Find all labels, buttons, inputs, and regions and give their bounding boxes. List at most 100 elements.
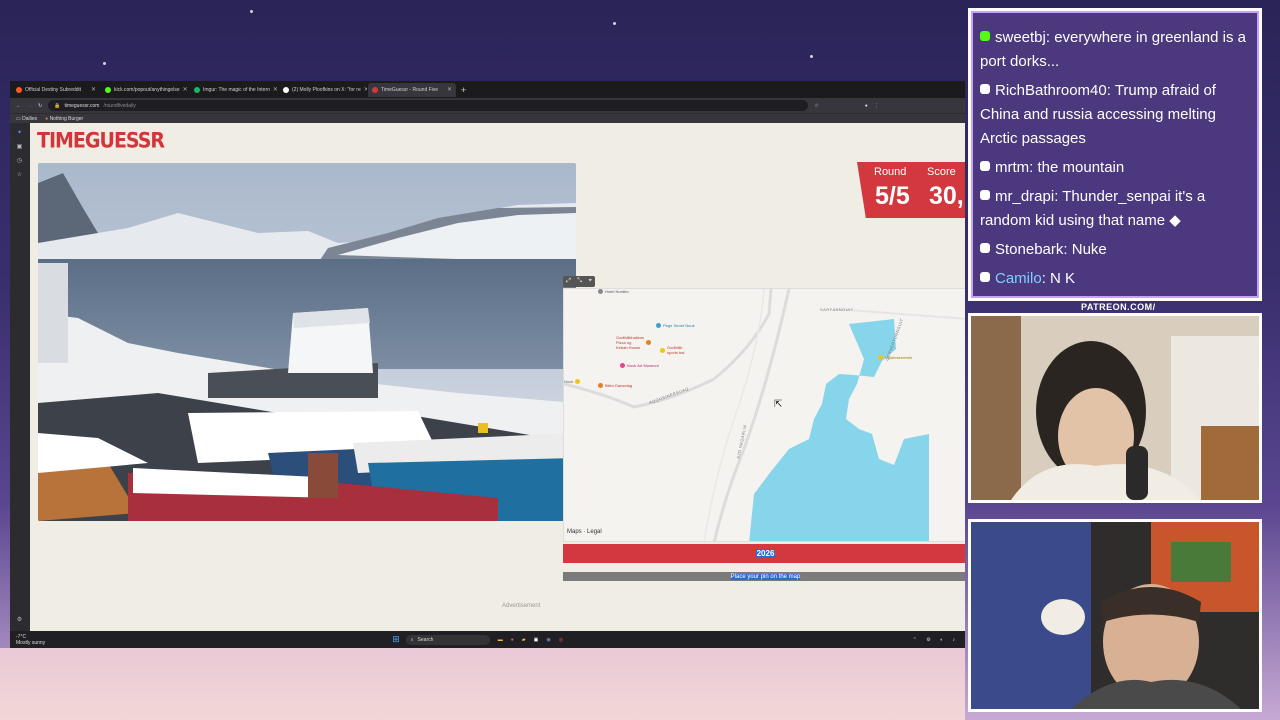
round-label: Round <box>874 166 907 178</box>
url-host: timeguessr.com <box>64 102 100 109</box>
close-tab-icon[interactable]: ✕ <box>447 86 452 93</box>
webcam-image <box>971 522 1259 709</box>
chat-message: mrtm: the mountain <box>980 156 1252 180</box>
street-label: SARFAANGUIT <box>820 307 854 312</box>
score-label: Score <box>927 166 956 178</box>
chat-username: mrtm <box>995 159 1030 176</box>
poi-label: Nuuk <box>564 379 574 384</box>
browser-tab[interactable]: Imgur: The magic of the Intern ✕ <box>190 83 278 97</box>
back-icon[interactable]: ← <box>16 103 21 109</box>
poi-label: Nuuk Art Museum <box>627 363 659 368</box>
guess-button[interactable]: Place your p in on the map <box>563 572 965 581</box>
map-poi[interactable]: Godthåb sports bal <box>660 345 684 355</box>
reload-icon[interactable]: ↻ <box>38 103 42 109</box>
bookmark-label: Dailies <box>22 115 38 122</box>
lock-icon: 🔒 <box>54 102 61 109</box>
close-tab-icon[interactable]: ✕ <box>91 86 96 93</box>
webcam-streamer <box>968 313 1262 503</box>
bookmark-dailies[interactable]: ▭ Dailies <box>16 116 37 122</box>
emote-icon: ◆ <box>1169 212 1181 229</box>
round-score-panel: Round Score 5/5 30, <box>857 162 965 218</box>
browser-tab-active[interactable]: TimeGuessr - Round Five ✕ <box>368 82 456 97</box>
guess-button-label: in on the map <box>764 573 801 580</box>
sidebar-home-icon[interactable]: ✦ <box>16 130 23 137</box>
bookmark-star-icon[interactable]: ☆ <box>814 103 818 109</box>
sidebar-settings-icon[interactable]: ⚙ <box>16 617 23 624</box>
app-icon[interactable]: ▣ <box>534 637 539 643</box>
tab-bar: Official Destiny Subreddit ✕ kick.com/pop… <box>10 81 965 98</box>
map-poi[interactable]: Holdersenetrek <box>878 355 912 360</box>
poi-label: Godthåb sports bal <box>667 345 685 355</box>
chat-username: mr_drapi <box>995 188 1055 205</box>
file-explorer-icon[interactable]: ▬ <box>498 637 503 643</box>
map-pin-icon[interactable]: ⌖ <box>588 278 591 285</box>
system-tray-icons[interactable]: ⌃ ⚙ ◐ ♪ <box>913 637 959 643</box>
background-clouds <box>0 648 965 720</box>
map-poi[interactable]: Godthåbhallens Pizza og Kebab House <box>616 335 652 350</box>
tab-label: Official Destiny Subreddit <box>25 86 82 93</box>
map-controls: ⤢ ⤡ ⌖ <box>563 276 595 287</box>
bookmark-nothing-burger[interactable]: ● Nothing Burger <box>45 116 83 122</box>
browser-tab[interactable]: (2) Molly Ploofkins on X: "for re ✕ <box>279 83 367 97</box>
stream-chat: sweetbj: everywhere in greenland is a po… <box>968 8 1262 301</box>
folder-icon[interactable]: ▰ <box>522 637 526 643</box>
close-tab-icon[interactable]: ✕ <box>364 86 367 93</box>
chat-badge-icon <box>980 190 990 200</box>
bookmark-label: Nothing Burger <box>49 115 84 122</box>
extensions-icon[interactable]: ● <box>865 103 868 109</box>
tab-favicon-icon <box>16 86 22 93</box>
close-tab-icon[interactable]: ✕ <box>183 86 188 93</box>
obs-icon[interactable]: ◎ <box>559 637 563 643</box>
browser-window: Official Destiny Subreddit ✕ kick.com/pop… <box>10 81 965 648</box>
year-slider[interactable]: 2026 <box>563 544 965 563</box>
menu-icon[interactable]: ⋮ <box>874 103 879 109</box>
background-star <box>613 22 616 25</box>
poi-label: Bitim Dansetag <box>605 383 633 388</box>
tab-favicon-icon <box>194 86 200 93</box>
map-base <box>564 289 965 541</box>
chat-username: Camilo <box>995 270 1042 287</box>
chat-badge-icon <box>980 161 990 171</box>
browser-tab[interactable]: kick.com/popout/anythingelse ✕ <box>101 83 189 97</box>
windows-taskbar: -7°C Mostly sunny ⊞ ⌕ Search ▬ ● ▰ ▣ ◉ ◎ … <box>10 631 965 648</box>
browser-icon[interactable]: ● <box>511 637 514 643</box>
kick-badge-icon <box>980 31 990 41</box>
map-poi[interactable]: Bitim Dansetag <box>598 383 632 388</box>
guess-button-label-selected: Place your p <box>730 573 764 580</box>
new-tab-icon[interactable]: + <box>461 85 466 95</box>
year-value: 2026 <box>755 549 776 558</box>
guess-map[interactable]: Hotel Nordbo Pege Smart Nuuk Godthåbhall… <box>563 288 965 542</box>
map-poi[interactable]: Nuuk <box>564 379 581 384</box>
map-poi[interactable]: Hotel Nordbo <box>598 289 629 294</box>
map-poi[interactable]: Pege Smart Nuuk <box>656 323 695 328</box>
background-star <box>250 10 253 13</box>
chat-message: RichBathroom40: Trump afraid of China an… <box>980 82 1216 147</box>
tab-favicon-icon <box>105 86 111 93</box>
taskbar-search[interactable]: ⌕ Search <box>405 634 490 645</box>
sidebar-favorites-icon[interactable]: ☆ <box>16 172 23 179</box>
poi-label: Hotel Nordbo <box>605 289 629 294</box>
weather-widget[interactable]: -7°C Mostly sunny <box>16 634 45 646</box>
sidebar-wallet-icon[interactable]: ▣ <box>16 144 23 151</box>
chat-badge-icon <box>980 272 990 282</box>
photo-greenland-harbor <box>38 163 576 521</box>
legal-link[interactable]: Legal <box>587 529 602 535</box>
close-tab-icon[interactable]: ✕ <box>273 86 278 93</box>
map-expand-icon[interactable]: ⤢ <box>566 278 571 285</box>
bookmarks-bar: ▭ Dailies ● Nothing Burger <box>10 113 965 123</box>
url-path: /roundfivedaily <box>103 102 136 109</box>
forward-icon[interactable]: → <box>27 103 32 109</box>
timeguessr-logo[interactable]: TIMEGUESSR <box>37 127 165 156</box>
background-star <box>103 62 106 65</box>
discord-icon[interactable]: ◉ <box>546 637 550 643</box>
map-poi[interactable]: Nuuk Art Museum <box>620 363 659 368</box>
sidebar-history-icon[interactable]: ◷ <box>16 158 23 165</box>
map-shrink-icon[interactable]: ⤡ <box>577 278 582 285</box>
windows-start-icon[interactable]: ⊞ <box>392 634 400 645</box>
round-photo[interactable] <box>38 163 576 521</box>
map-attribution: Maps · Legal <box>567 529 602 535</box>
tab-favicon-icon <box>283 86 289 93</box>
url-field[interactable]: 🔒 timeguessr.com/roundfivedaily <box>48 100 809 111</box>
browser-tab[interactable]: Official Destiny Subreddit ✕ <box>12 83 100 97</box>
chat-message: sweetbj: everywhere in greenland is a po… <box>980 29 1246 70</box>
